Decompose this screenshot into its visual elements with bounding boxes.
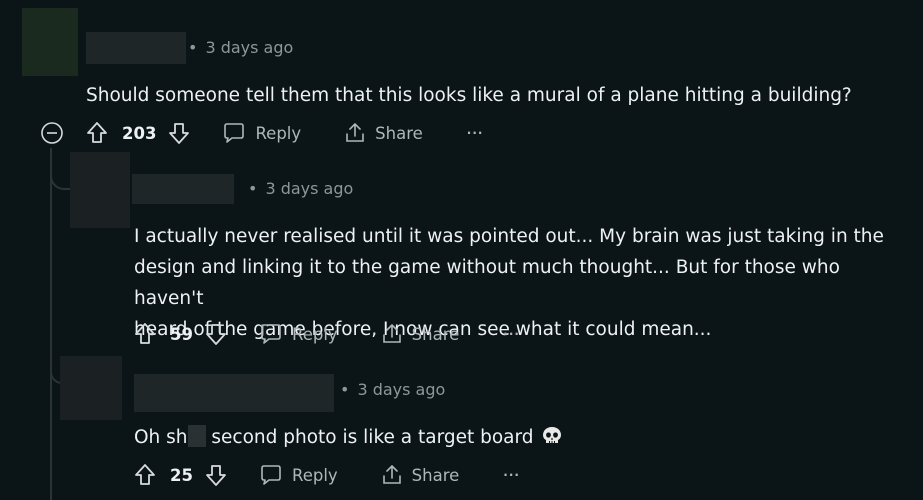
comment-line: design and linking it to the game withou… bbox=[134, 257, 840, 309]
downvote-icon bbox=[169, 123, 190, 144]
more-options-button[interactable]: ··· bbox=[503, 327, 520, 341]
share-button[interactable]: Share bbox=[380, 322, 460, 346]
avatar[interactable] bbox=[70, 152, 130, 228]
username-redacted[interactable] bbox=[134, 374, 334, 412]
timestamp: 3 days ago bbox=[265, 179, 354, 198]
share-icon bbox=[346, 123, 364, 142]
reply-icon bbox=[224, 123, 245, 143]
more-options-button[interactable]: ··· bbox=[467, 126, 484, 140]
comment-line: I actually never realised until it was p… bbox=[134, 226, 884, 247]
comment-actions: 25 Reply Share ··· bbox=[134, 460, 520, 490]
avatar[interactable] bbox=[22, 8, 78, 76]
username-redacted[interactable] bbox=[86, 32, 186, 64]
collapse-icon bbox=[41, 122, 63, 144]
timestamp: 3 days ago bbox=[205, 38, 294, 57]
censored-word bbox=[187, 425, 206, 447]
downvote-icon bbox=[206, 465, 226, 486]
comment-thread: • 3 days ago Should someone tell them tha… bbox=[0, 0, 923, 500]
reply-label: Reply bbox=[255, 123, 302, 143]
downvote-button[interactable] bbox=[205, 322, 227, 346]
collapse-button[interactable] bbox=[40, 121, 64, 145]
reply-button[interactable]: Reply bbox=[222, 121, 301, 145]
vote-score: 25 bbox=[170, 465, 193, 485]
share-label: Share bbox=[411, 324, 460, 344]
reply-button[interactable]: Reply bbox=[259, 322, 338, 346]
share-label: Share bbox=[411, 465, 460, 485]
reply-button[interactable]: Reply bbox=[259, 463, 338, 487]
reply-label: Reply bbox=[291, 465, 338, 485]
vote-score: 59 bbox=[170, 324, 193, 344]
upvote-icon bbox=[87, 122, 107, 143]
comment-meta: • 3 days ago bbox=[248, 179, 353, 198]
comment-text-part: second photo is like a target board bbox=[205, 427, 534, 448]
upvote-button[interactable] bbox=[134, 463, 156, 487]
thread-line[interactable] bbox=[50, 148, 52, 500]
comment-actions: 203 Reply Share ··· bbox=[86, 118, 483, 148]
skull-emoji-icon bbox=[543, 427, 562, 443]
downvote-icon bbox=[206, 324, 226, 345]
reply-icon bbox=[261, 465, 281, 485]
share-button[interactable]: Share bbox=[343, 121, 423, 145]
comment-text: Oh sh second photo is like a target boar… bbox=[134, 422, 834, 453]
reply-label: Reply bbox=[291, 324, 338, 344]
share-button[interactable]: Share bbox=[380, 463, 460, 487]
comment-text-part: Oh sh bbox=[134, 427, 188, 448]
comment-text: Should someone tell them that this looks… bbox=[86, 85, 852, 106]
downvote-button[interactable] bbox=[205, 463, 227, 487]
downvote-button[interactable] bbox=[168, 121, 190, 145]
username-redacted[interactable] bbox=[132, 174, 234, 204]
upvote-button[interactable] bbox=[86, 121, 108, 145]
separator-dot: • bbox=[188, 38, 198, 57]
upvote-icon bbox=[135, 464, 155, 485]
share-icon bbox=[382, 324, 401, 343]
comment-meta: • 3 days ago bbox=[340, 380, 445, 399]
thread-connector bbox=[50, 150, 72, 190]
separator-dot: • bbox=[248, 179, 258, 198]
share-label: Share bbox=[375, 123, 423, 143]
share-icon bbox=[382, 465, 401, 484]
vote-score: 203 bbox=[122, 123, 157, 143]
upvote-button[interactable] bbox=[134, 322, 156, 346]
upvote-icon bbox=[135, 323, 155, 344]
comment-meta: • 3 days ago bbox=[188, 38, 293, 57]
reply-icon bbox=[261, 324, 281, 344]
separator-dot: • bbox=[340, 380, 350, 399]
avatar[interactable] bbox=[60, 356, 122, 420]
timestamp: 3 days ago bbox=[357, 380, 446, 399]
comment-actions: 59 Reply Share ··· bbox=[134, 319, 520, 349]
more-options-button[interactable]: ··· bbox=[503, 468, 520, 482]
